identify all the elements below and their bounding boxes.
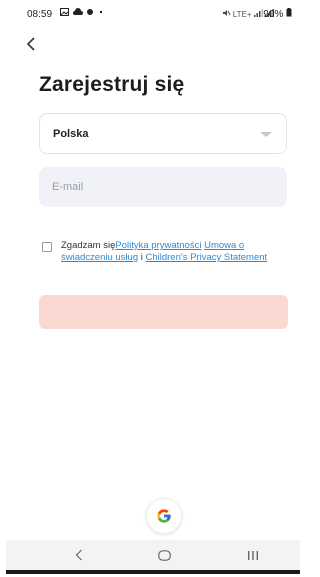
chevron-left-icon	[26, 37, 35, 51]
back-button[interactable]	[22, 35, 40, 53]
recents-nav-icon	[248, 550, 258, 560]
battery-icon	[286, 8, 292, 17]
cloud-icon	[72, 8, 83, 15]
status-notification-icons	[60, 8, 104, 18]
network-type-label: LTE+	[232, 10, 252, 19]
page-title: Zarejestruj się	[39, 73, 185, 96]
google-login-button[interactable]	[146, 498, 182, 534]
chevron-down-icon	[260, 132, 272, 137]
system-nav-bar	[6, 540, 300, 574]
country-select-value: Polska	[53, 128, 89, 140]
consent-checkbox[interactable]	[42, 242, 52, 252]
mute-icon	[222, 10, 230, 16]
record-icon	[87, 9, 94, 15]
nav-recents-button[interactable]	[244, 546, 262, 564]
status-time: 08:59	[27, 9, 53, 20]
battery-indicator: 90%	[263, 8, 292, 20]
register-button[interactable]	[39, 295, 288, 329]
email-field[interactable]	[39, 167, 287, 207]
home-nav-icon	[157, 549, 171, 561]
consent-prefix: Zgadzam się	[61, 240, 116, 251]
battery-level: 90%	[263, 9, 284, 20]
country-select[interactable]: Polska	[39, 113, 287, 154]
privacy-policy-link[interactable]: Polityka prywatności	[115, 240, 201, 251]
children-privacy-link[interactable]: Children's Privacy Statement	[146, 252, 268, 263]
status-bar: 08:59 LTE+ 90%	[0, 0, 300, 26]
image-icon	[60, 8, 69, 16]
signal-icon-1	[253, 9, 263, 17]
google-icon	[157, 509, 171, 523]
consent-connector: i	[138, 252, 146, 263]
nav-home-button[interactable]	[155, 546, 173, 564]
nav-back-button[interactable]	[70, 546, 88, 564]
back-nav-icon	[75, 549, 82, 561]
dot-icon	[99, 10, 102, 14]
consent-text: Zgadzam sięPolityka prywatności Umowa o …	[61, 240, 289, 264]
